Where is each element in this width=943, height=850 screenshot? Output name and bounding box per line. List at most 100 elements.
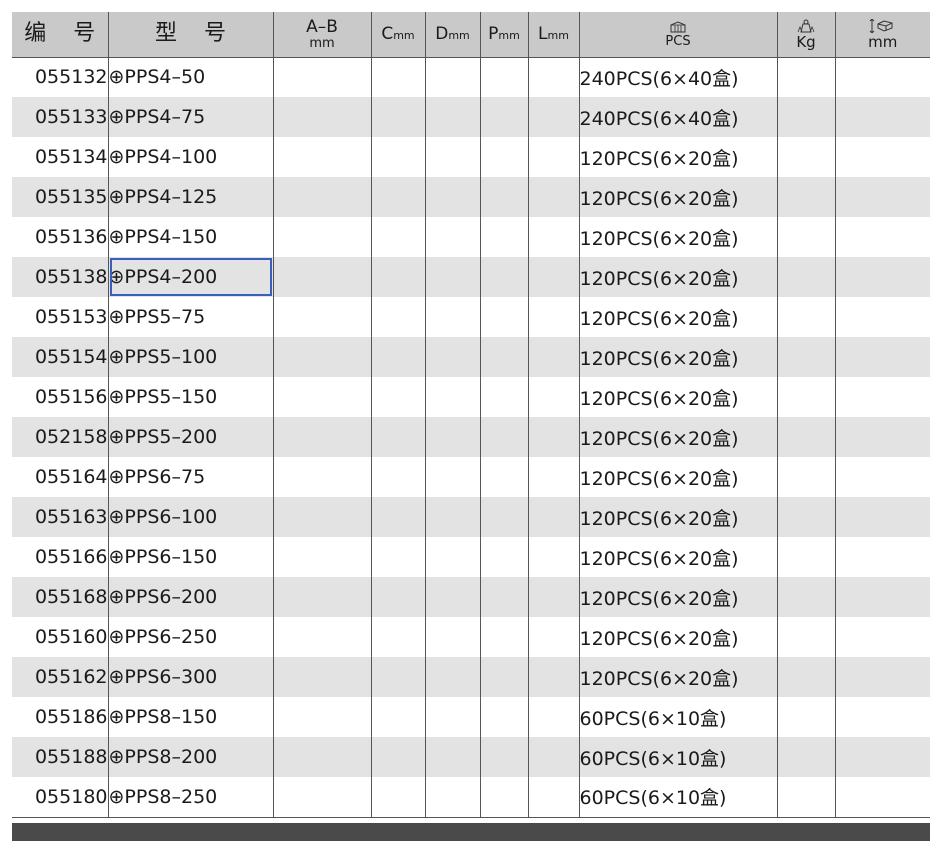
- cell-d[interactable]: [425, 97, 481, 137]
- cell-d[interactable]: [425, 177, 481, 217]
- cell-d[interactable]: [425, 217, 481, 257]
- cell-c[interactable]: [371, 97, 426, 137]
- cell-kg[interactable]: [777, 697, 836, 737]
- cell-c[interactable]: [371, 777, 426, 818]
- cell-code[interactable]: 055186: [12, 697, 109, 737]
- cell-a-b[interactable]: [273, 497, 372, 537]
- cell-length[interactable]: [835, 97, 930, 137]
- table-row[interactable]: 055162 ⊕PPS6–300 120PCS(6×20盒): [12, 657, 930, 697]
- cell-pack[interactable]: 120PCS(6×20盒): [579, 377, 778, 417]
- cell-length[interactable]: [835, 337, 930, 377]
- cell-c[interactable]: [371, 257, 426, 297]
- cell-d[interactable]: [425, 577, 481, 617]
- cell-kg[interactable]: [777, 297, 836, 337]
- cell-length[interactable]: [835, 737, 930, 777]
- cell-code[interactable]: 055180: [12, 777, 109, 818]
- cell-kg[interactable]: [777, 337, 836, 377]
- cell-p[interactable]: [480, 697, 529, 737]
- table-row[interactable]: 055135 ⊕PPS4–125 120PCS(6×20盒): [12, 177, 930, 217]
- cell-l[interactable]: [528, 577, 580, 617]
- cell-model[interactable]: ⊕PPS4–75: [108, 97, 274, 137]
- cell-p[interactable]: [480, 417, 529, 457]
- cell-a-b[interactable]: [273, 737, 372, 777]
- cell-kg[interactable]: [777, 737, 836, 777]
- cell-l[interactable]: [528, 657, 580, 697]
- cell-code[interactable]: 055160: [12, 617, 109, 657]
- cell-length[interactable]: [835, 417, 930, 457]
- cell-a-b[interactable]: [273, 257, 372, 297]
- cell-code[interactable]: 055154: [12, 337, 109, 377]
- cell-a-b[interactable]: [273, 177, 372, 217]
- cell-length[interactable]: [835, 577, 930, 617]
- table-row[interactable]: 055134 ⊕PPS4–100 120PCS(6×20盒): [12, 137, 930, 177]
- cell-p[interactable]: [480, 457, 529, 497]
- cell-model[interactable]: ⊕PPS6–200: [108, 577, 274, 617]
- cell-l[interactable]: [528, 177, 580, 217]
- cell-a-b[interactable]: [273, 137, 372, 177]
- cell-code[interactable]: 055166: [12, 537, 109, 577]
- cell-l[interactable]: [528, 497, 580, 537]
- cell-model[interactable]: ⊕PPS4–50: [108, 57, 274, 97]
- cell-kg[interactable]: [777, 657, 836, 697]
- cell-a-b[interactable]: [273, 417, 372, 457]
- cell-p[interactable]: [480, 657, 529, 697]
- cell-c[interactable]: [371, 497, 426, 537]
- cell-model[interactable]: ⊕PPS8–200: [108, 737, 274, 777]
- table-row[interactable]: 055188 ⊕PPS8–200 60PCS(6×10盒): [12, 737, 930, 777]
- cell-c[interactable]: [371, 577, 426, 617]
- table-row[interactable]: 055180 ⊕PPS8–250 60PCS(6×10盒): [12, 777, 930, 818]
- cell-model[interactable]: ⊕PPS5–75: [108, 297, 274, 337]
- cell-code[interactable]: 055134: [12, 137, 109, 177]
- cell-model[interactable]: ⊕PPS4–150: [108, 217, 274, 257]
- cell-p[interactable]: [480, 297, 529, 337]
- cell-l[interactable]: [528, 377, 580, 417]
- cell-code[interactable]: 055132: [12, 57, 109, 97]
- cell-a-b[interactable]: [273, 57, 372, 97]
- cell-model[interactable]: ⊕PPS4–100: [108, 137, 274, 177]
- cell-model[interactable]: ⊕PPS8–150: [108, 697, 274, 737]
- cell-c[interactable]: [371, 617, 426, 657]
- cell-model[interactable]: ⊕PPS6–300: [108, 657, 274, 697]
- cell-c[interactable]: [371, 737, 426, 777]
- cell-length[interactable]: [835, 297, 930, 337]
- cell-d[interactable]: [425, 657, 481, 697]
- table-row[interactable]: 055166 ⊕PPS6–150 120PCS(6×20盒): [12, 537, 930, 577]
- cell-d[interactable]: [425, 497, 481, 537]
- cell-length[interactable]: [835, 257, 930, 297]
- table-row[interactable]: 055138 ⊕PPS4–200 120PCS(6×20盒): [12, 257, 930, 297]
- cell-p[interactable]: [480, 217, 529, 257]
- cell-pack[interactable]: 60PCS(6×10盒): [579, 777, 778, 818]
- cell-model[interactable]: ⊕PPS4–125: [108, 177, 274, 217]
- cell-pack[interactable]: 240PCS(6×40盒): [579, 57, 778, 97]
- cell-kg[interactable]: [777, 177, 836, 217]
- cell-a-b[interactable]: [273, 377, 372, 417]
- cell-length[interactable]: [835, 217, 930, 257]
- cell-code[interactable]: 055133: [12, 97, 109, 137]
- cell-c[interactable]: [371, 377, 426, 417]
- cell-pack[interactable]: 120PCS(6×20盒): [579, 297, 778, 337]
- cell-length[interactable]: [835, 137, 930, 177]
- cell-a-b[interactable]: [273, 537, 372, 577]
- cell-pack[interactable]: 120PCS(6×20盒): [579, 257, 778, 297]
- cell-d[interactable]: [425, 337, 481, 377]
- cell-p[interactable]: [480, 57, 529, 97]
- cell-length[interactable]: [835, 697, 930, 737]
- cell-a-b[interactable]: [273, 657, 372, 697]
- cell-model[interactable]: ⊕PPS5–150: [108, 377, 274, 417]
- cell-d[interactable]: [425, 137, 481, 177]
- cell-kg[interactable]: [777, 217, 836, 257]
- cell-kg[interactable]: [777, 137, 836, 177]
- cell-d[interactable]: [425, 697, 481, 737]
- table-row[interactable]: 055186 ⊕PPS8–150 60PCS(6×10盒): [12, 697, 930, 737]
- cell-kg[interactable]: [777, 417, 836, 457]
- cell-code[interactable]: 055164: [12, 457, 109, 497]
- cell-length[interactable]: [835, 457, 930, 497]
- cell-c[interactable]: [371, 657, 426, 697]
- cell-l[interactable]: [528, 617, 580, 657]
- cell-a-b[interactable]: [273, 297, 372, 337]
- cell-pack[interactable]: 120PCS(6×20盒): [579, 177, 778, 217]
- cell-a-b[interactable]: [273, 337, 372, 377]
- cell-l[interactable]: [528, 217, 580, 257]
- cell-pack[interactable]: 120PCS(6×20盒): [579, 137, 778, 177]
- cell-kg[interactable]: [777, 497, 836, 537]
